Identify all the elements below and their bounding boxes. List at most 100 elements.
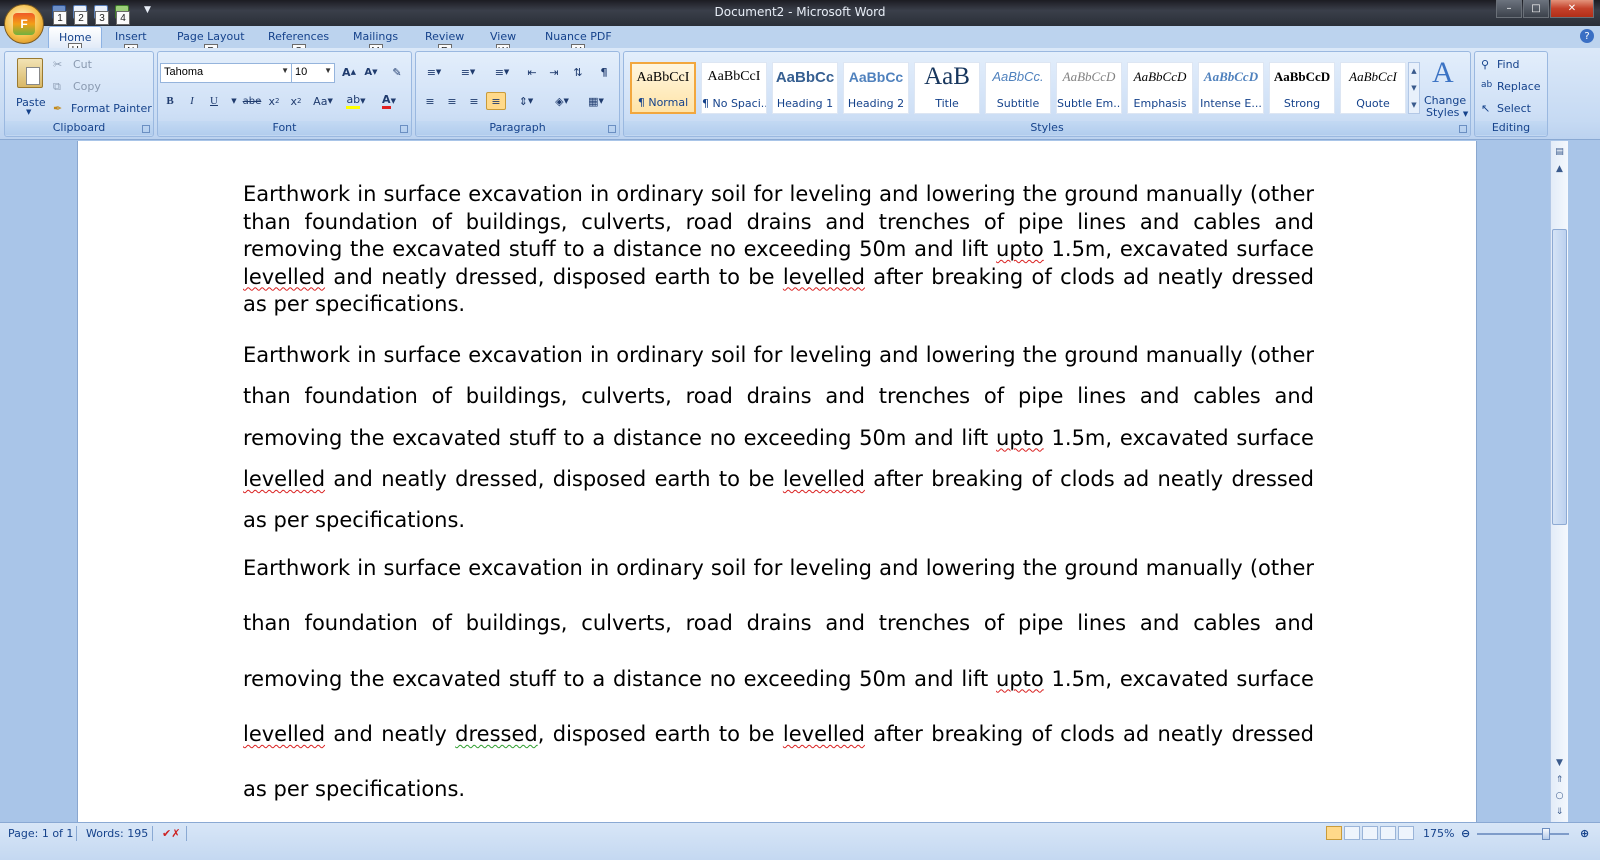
browse-object-icon[interactable]: ○ [1552, 788, 1567, 803]
qat-save-button[interactable]: 1 [50, 3, 68, 25]
office-button[interactable]: F [4, 4, 44, 44]
shrink-font-icon[interactable]: A ▼ [361, 63, 381, 81]
paste-button[interactable]: Paste ▼ [11, 56, 51, 118]
proofing-errors-icon[interactable]: ✔✗ [162, 827, 180, 840]
subscript-icon[interactable]: x2 [264, 92, 284, 110]
scroll-thumb[interactable] [1552, 229, 1567, 525]
align-left-icon[interactable]: ≡ [420, 92, 440, 110]
zoom-level[interactable]: 175% [1423, 827, 1454, 840]
maximize-button[interactable]: □ [1523, 0, 1549, 18]
align-right-icon[interactable]: ≡ [464, 92, 484, 110]
full-screen-reading-icon[interactable] [1344, 826, 1360, 840]
previous-page-icon[interactable]: ⇑ [1552, 772, 1567, 787]
web-layout-icon[interactable] [1362, 826, 1378, 840]
change-case-icon[interactable]: Aa ▼ [310, 92, 336, 110]
zoom-slider-thumb[interactable] [1542, 828, 1550, 840]
ruler-toggle-icon[interactable]: ▤ [1552, 144, 1567, 159]
tab-label: Nuance PDF [545, 30, 612, 43]
print-layout-view-icon[interactable] [1326, 826, 1342, 840]
style-strong[interactable]: AaBbCcD Strong [1269, 62, 1335, 114]
scissors-icon: ✂ [53, 58, 63, 71]
italic-icon[interactable]: I [182, 92, 202, 110]
show-formatting-icon[interactable]: ¶ [594, 63, 614, 81]
outline-view-icon[interactable] [1380, 826, 1396, 840]
align-center-icon[interactable]: ≡ [442, 92, 462, 110]
zoom-in-icon[interactable]: ⊕ [1580, 827, 1589, 840]
style-quote[interactable]: AaBbCcI Quote [1340, 62, 1406, 114]
tab-home[interactable]: Home H [48, 26, 103, 57]
dialog-launcher-icon[interactable] [142, 125, 150, 133]
tab-review[interactable]: Review R [425, 30, 464, 58]
draft-view-icon[interactable] [1398, 826, 1414, 840]
cut-label: Cut [73, 58, 92, 71]
chevron-down-icon[interactable]: ▼ [224, 92, 244, 110]
bullets-icon[interactable]: ≡ ▼ [420, 63, 448, 81]
justify-icon[interactable]: ≡ [486, 92, 506, 110]
style-title[interactable]: AaB Title [914, 62, 980, 114]
clear-formatting-icon[interactable]: ✎ [387, 63, 407, 81]
spelling-error: levelled [243, 264, 326, 289]
style-heading-2[interactable]: AaBbCc Heading 2 [843, 62, 909, 114]
style-emphasis[interactable]: AaBbCcD Emphasis [1127, 62, 1193, 114]
qat-undo-button[interactable]: 2 [71, 3, 89, 25]
numbering-icon[interactable]: ≡ ▼ [454, 63, 482, 81]
next-page-icon[interactable]: ⇓ [1552, 804, 1567, 819]
style-no-spacing[interactable]: AaBbCcI ¶ No Spaci... [701, 62, 767, 114]
borders-icon[interactable]: ▦ ▼ [582, 92, 610, 110]
dialog-launcher-icon[interactable] [608, 125, 616, 133]
change-styles-button[interactable]: A Change Styles ▼ [1424, 56, 1468, 120]
qat-print-button[interactable]: 4 [113, 3, 131, 25]
style-sample: AaBbCcI [636, 70, 690, 85]
close-button[interactable]: ✕ [1550, 0, 1594, 18]
dialog-launcher-icon[interactable] [400, 125, 408, 133]
paragraph[interactable]: Earthwork in surface excavation in ordin… [243, 335, 1314, 541]
style-normal[interactable]: AaBbCcI ¶ Normal [630, 62, 696, 114]
bold-icon[interactable]: B [160, 92, 180, 110]
style-intense-emphasis[interactable]: AaBbCcD Intense E... [1198, 62, 1264, 114]
page-indicator[interactable]: Page: 1 of 1 [8, 827, 73, 840]
multilevel-list-icon[interactable]: ≡ ▼ [488, 63, 516, 81]
font-color-icon[interactable]: A ▼ [374, 92, 404, 110]
increase-indent-icon[interactable]: ⇥ [544, 63, 564, 81]
tab-references[interactable]: References S [268, 30, 329, 58]
office-logo-icon: F [13, 13, 35, 35]
paragraph[interactable]: Earthwork in surface excavation in ordin… [243, 541, 1314, 817]
style-subtle-emphasis[interactable]: AaBbCcD Subtle Em... [1056, 62, 1122, 114]
superscript-icon[interactable]: x2 [286, 92, 306, 110]
qat-redo-button[interactable]: 3 [92, 3, 110, 25]
tab-page-layout[interactable]: Page Layout P [177, 30, 245, 58]
strikethrough-icon[interactable]: abe [242, 92, 262, 110]
style-heading-1[interactable]: AaBbCc Heading 1 [772, 62, 838, 114]
gallery-scroll[interactable]: ▲ ▼ ▼ [1408, 62, 1420, 114]
line-spacing-icon[interactable]: ⇕ ▼ [512, 92, 540, 110]
shading-icon[interactable]: ◈ ▼ [548, 92, 576, 110]
dialog-launcher-icon[interactable] [1459, 125, 1467, 133]
tab-label: Mailings [353, 30, 399, 43]
font-size-combo[interactable]: 10 ▼ [291, 63, 335, 83]
qat-customize-icon[interactable]: ▼ [144, 5, 151, 21]
style-subtitle[interactable]: AaBbCc. Subtitle [985, 62, 1051, 114]
word-count[interactable]: Words: 195 [86, 827, 148, 840]
tab-nuance-pdf[interactable]: Nuance PDF Y [545, 30, 612, 58]
tab-view[interactable]: View W [490, 30, 516, 58]
zoom-slider[interactable] [1477, 828, 1569, 840]
sort-icon[interactable]: ⇅ [568, 63, 588, 81]
decrease-indent-icon[interactable]: ⇤ [522, 63, 542, 81]
grow-font-icon[interactable]: A ▲ [339, 63, 359, 81]
zoom-out-icon[interactable]: ⊖ [1461, 827, 1470, 840]
scroll-down-icon[interactable]: ▼ [1552, 755, 1567, 770]
spelling-error: upto [996, 666, 1044, 691]
document-page[interactable]: Earthwork in surface excavation in ordin… [77, 141, 1477, 822]
cursor-icon: ↖ [1481, 102, 1491, 115]
tab-insert[interactable]: Insert N [115, 30, 147, 58]
tab-mailings[interactable]: Mailings M [353, 30, 399, 58]
spelling-error: levelled [782, 721, 865, 746]
font-name-combo[interactable]: Tahoma ▼ [160, 63, 292, 83]
help-icon[interactable]: ? [1580, 29, 1594, 43]
scroll-up-icon[interactable]: ▲ [1552, 161, 1567, 176]
vertical-scrollbar[interactable]: ▤ ▲ ▼ ⇑ ○ ⇓ [1550, 141, 1568, 822]
highlight-icon[interactable]: ab ▼ [342, 92, 370, 110]
paragraph[interactable]: Earthwork in surface excavation in ordin… [243, 181, 1314, 319]
underline-icon[interactable]: U [204, 92, 224, 110]
minimize-button[interactable]: – [1496, 0, 1522, 18]
